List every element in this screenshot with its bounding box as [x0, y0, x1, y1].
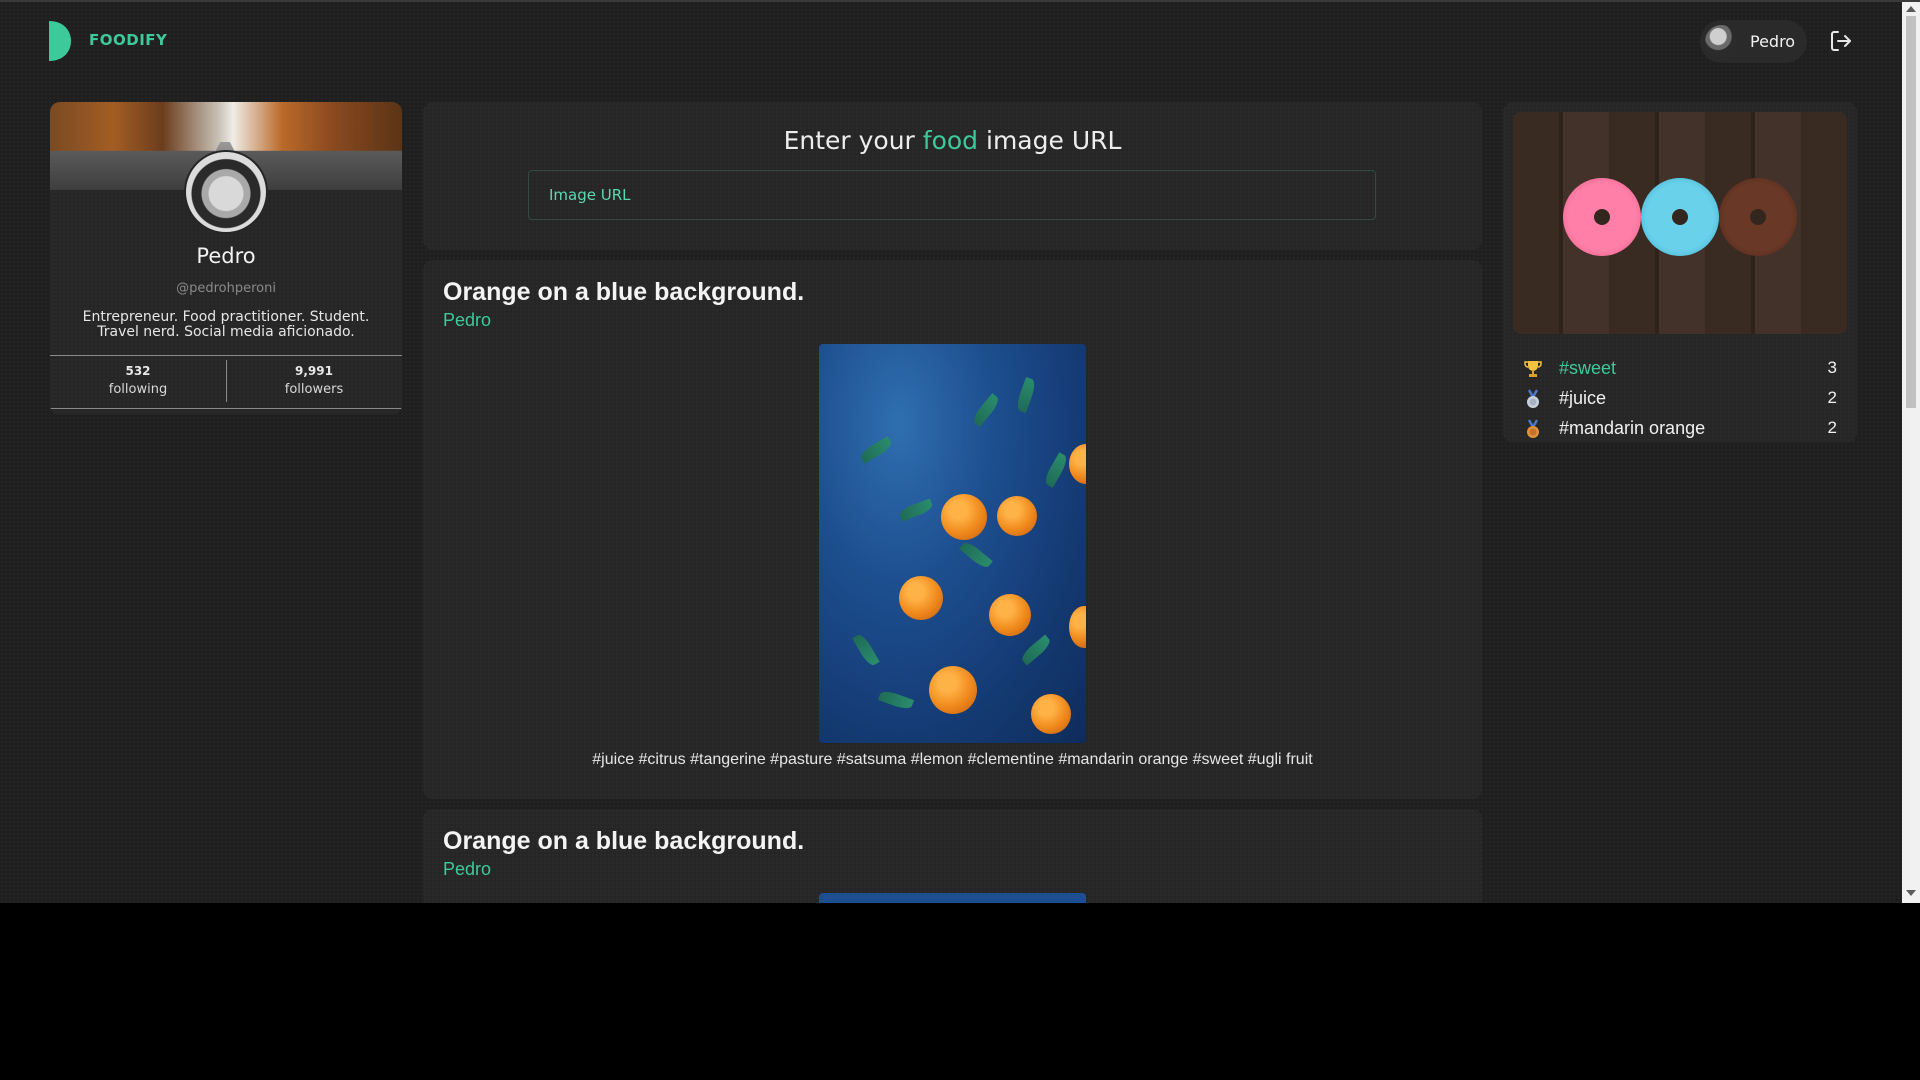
header-user-name: Pedro	[1750, 32, 1796, 51]
profile-bio: Entrepreneur. Food practitioner. Student…	[82, 309, 370, 340]
post-tags: #juice #citrus #tangerine #pasture #sats…	[592, 751, 1313, 768]
trending-tag: #mandarin orange	[1559, 418, 1706, 438]
trending-item[interactable]: #juice 2	[1523, 386, 1837, 412]
trending-tag: #juice	[1559, 388, 1607, 408]
image-url-input[interactable]	[528, 170, 1376, 220]
post-image[interactable]	[819, 893, 1086, 903]
followers-stat[interactable]: 9,991 followers	[226, 356, 402, 408]
image-url-form: Enter your food image URL	[423, 102, 1482, 250]
trending-item[interactable]: #mandarin orange 2	[1523, 416, 1837, 442]
following-count: 532	[125, 364, 151, 378]
post-author-link[interactable]: Pedro	[443, 859, 491, 880]
profile-card: Pedro @pedrohperoni Entrepreneur. Food p…	[50, 102, 402, 415]
user-menu-button[interactable]: Pedro	[1700, 20, 1807, 63]
profile-avatar[interactable]	[186, 152, 266, 232]
avatar	[1705, 25, 1738, 58]
post-image[interactable]	[819, 344, 1086, 743]
trending-card: #sweet 3 #juice 2 #mandarin orange 2	[1503, 102, 1857, 443]
trophy-icon	[1524, 361, 1542, 377]
top-border	[0, 0, 1920, 2]
heading-prefix: Enter your	[783, 126, 915, 155]
profile-stats: 532 following 9,991 followers	[50, 355, 402, 409]
trending-count: 3	[1827, 358, 1837, 377]
silver-medal-icon	[1527, 389, 1539, 408]
profile-handle: @pedrohperoni	[176, 281, 276, 296]
post-card: Orange on a blue background. Pedro	[423, 809, 1482, 903]
logout-icon[interactable]	[1829, 29, 1853, 53]
trending-count: 2	[1827, 388, 1837, 407]
app-viewport: FOODIFY Pedro Pedro @pedrohperoni Entrep…	[0, 0, 1920, 903]
post-author-link[interactable]: Pedro	[443, 310, 491, 331]
trending-image	[1513, 112, 1847, 334]
scroll-down-arrow-icon[interactable]	[1906, 890, 1916, 896]
brand-name[interactable]: FOODIFY	[89, 31, 167, 49]
followers-count: 9,991	[295, 364, 333, 378]
trending-count: 2	[1827, 418, 1837, 437]
url-form-heading: Enter your food image URL	[423, 126, 1482, 155]
post-card: Orange on a blue background. Pedro #juic…	[423, 260, 1482, 799]
following-stat[interactable]: 532 following	[50, 356, 226, 408]
post-title: Orange on a blue background.	[443, 827, 805, 855]
heading-suffix: image URL	[986, 126, 1122, 155]
foodify-logo-icon[interactable]	[49, 21, 71, 61]
heading-highlight: food	[922, 126, 979, 155]
profile-name: Pedro	[196, 244, 256, 268]
trending-tag: #sweet	[1559, 358, 1617, 378]
following-label: following	[108, 382, 168, 397]
followers-label: followers	[284, 382, 344, 397]
scroll-up-arrow-icon[interactable]	[1906, 6, 1916, 12]
trending-item[interactable]: #sweet 3	[1523, 356, 1837, 382]
scrollbar-thumb[interactable]	[1906, 16, 1916, 408]
bronze-medal-icon	[1527, 419, 1539, 438]
post-title: Orange on a blue background.	[443, 278, 805, 306]
